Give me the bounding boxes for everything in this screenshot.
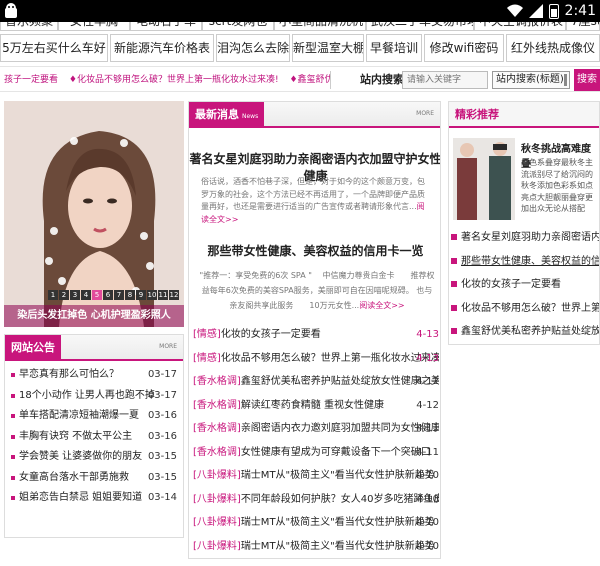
list-item[interactable]: 女童高台落水干部勇施救 03-15	[11, 468, 177, 489]
keyword-link[interactable]: 泪沟怎么去除	[216, 34, 290, 62]
slide-page[interactable]: 12	[169, 290, 179, 300]
news-header: 最新消息 News MORE	[189, 102, 440, 128]
list-item[interactable]: [八卦爆料]瑞士MT从"极简主义"看当代女性护肤新趋势 4-10	[193, 535, 439, 559]
list-item[interactable]: [香水格调]女性健康有望成为可穿戴设备下一个突破口 4-11	[193, 441, 439, 465]
slide-page[interactable]: 1	[48, 290, 58, 300]
list-item[interactable]: [香水格调]解读红枣药食精髓 重视女性健康 4-12	[193, 394, 439, 418]
keyword-link[interactable]: 红外线热成像仪	[506, 34, 600, 62]
list-item[interactable]: 著名女星刘庭羽助力亲阁密语内衣	[449, 226, 599, 250]
notice-list: 早恋真有那么可怕么？ 03-17 18个小动作 让男人再也跑不掉 03-17 单车搭…	[5, 361, 183, 509]
search-input[interactable]	[402, 71, 488, 89]
list-item[interactable]: [情感]化妆的女孩子一定要看 4-13	[193, 323, 439, 347]
list-item[interactable]: 鑫玺舒优美私密养护贴益处绽放女	[449, 320, 599, 344]
android-icon	[5, 3, 17, 18]
featured-title: 精彩推荐	[455, 108, 499, 121]
keyword-link[interactable]: 早餐培训	[366, 34, 422, 62]
list-item[interactable]: 18个小动作 让男人再也跑不掉 03-17	[11, 386, 177, 407]
featured-lead-desc: 黑色系叠穿最秋冬主流派别尽了给沉闷的秋冬添加色彩系如点亮点大胆靓丽叠穿更加出众无…	[521, 158, 593, 214]
list-item[interactable]: [八卦爆料]瑞士MT从"极简主义"看当代女性护肤新趋势 4-10	[193, 511, 439, 535]
news-headline[interactable]: 那些带女性健康、美容权益的信用卡一览	[189, 242, 440, 259]
slide-page[interactable]: 3	[70, 290, 80, 300]
list-item[interactable]: [情感]化妆品不够用怎么破？世界上第一瓶化妆水过来凑! 4-13	[193, 347, 439, 371]
status-time: 2:41	[564, 3, 596, 19]
keyword-link[interactable]: 5万左右买什么车好	[0, 34, 108, 62]
list-item[interactable]: 学会赞美 让婆婆做你的朋友 03-15	[11, 447, 177, 468]
list-item[interactable]: [八卦爆料]不同年龄段如何护肤？女人40岁多吃猪蹄鱼皮 4-10	[193, 488, 439, 512]
ticker-link[interactable]: 孩子一定要看	[4, 75, 58, 85]
search-button[interactable]: 搜索	[574, 69, 600, 91]
slide-page[interactable]: 7	[114, 290, 124, 300]
slide-caption[interactable]: 染后头发扛掉色 心机护理盈彩照人	[4, 305, 184, 327]
keyword-link[interactable]: 新型温室大棚	[292, 34, 364, 62]
slide-page[interactable]: 10	[147, 290, 157, 300]
notice-panel: 网站公告 MORE 早恋真有那么可怕么？ 03-17 18个小动作 让男人再也跑不…	[4, 334, 184, 538]
news-title: 最新消息 News	[189, 102, 265, 128]
search-scope-select[interactable]: 站内搜索(标题)	[492, 71, 570, 89]
keyword-row: 5万左右买什么车好 新能源汽车价格表 泪沟怎么去除 新型温室大棚 早餐培训 修改…	[0, 34, 600, 62]
list-item[interactable]: [香水格调]亲阁密语内衣力邀刘庭羽加盟共同为女性健康护 4-11	[193, 417, 439, 441]
search-label: 站内搜索	[360, 73, 404, 86]
slide-page[interactable]: 4	[81, 290, 91, 300]
more-link[interactable]: MORE	[416, 110, 434, 117]
notice-title: 网站公告	[5, 335, 61, 361]
read-more-link[interactable]: 阅读全文>>	[359, 301, 404, 310]
slide-page[interactable]: 11	[158, 290, 168, 300]
news-summary: "推荐一：享受免费的6次 SPA " 中信魔力尊贵白金卡 推荐权益每年6次免费的…	[199, 271, 435, 310]
keyword-link[interactable]: 修改wifi密码	[424, 34, 504, 62]
ticker-link[interactable]: ♦化妆品不够用怎么破？世界上第一瓶化妆水过来凑!	[69, 75, 279, 85]
slide-page[interactable]: 2	[59, 290, 69, 300]
list-item[interactable]: 那些带女性健康、美容权益的信用卡	[449, 250, 599, 274]
featured-header: 精彩推荐	[449, 102, 599, 128]
list-item[interactable]: 化妆的女孩子一定要看	[449, 273, 599, 297]
news-list: [情感]化妆的女孩子一定要看 4-13 [情感]化妆品不够用怎么破？世界上第一瓶化…	[193, 323, 439, 558]
list-item[interactable]: 化妆品不够用怎么破？世界上第一	[449, 297, 599, 321]
keyword-link[interactable]: 新能源汽车价格表	[110, 34, 214, 62]
divider	[330, 71, 331, 89]
featured-panel: 精彩推荐 秋冬挑战高难度叠 黑色系叠穿最秋冬主流派别尽了给沉闷的秋冬添加色彩系如…	[448, 101, 600, 345]
ticker-link[interactable]: ♦鑫玺舒优美私密养护贴益处绽放	[289, 75, 330, 85]
list-item[interactable]: 姐弟恋告白禁忌 姐姐要知道 03-14	[11, 488, 177, 509]
news-summary: 俗话说，酒香不怕巷子深，但是，对于如今的这个颇意万变，包罗万象的社会，这个方法已…	[201, 177, 425, 224]
slide-page-active[interactable]: 5	[92, 290, 102, 300]
slide-pager: 1 2 3 4 5 6 7 8 9 10 11 12	[48, 290, 179, 300]
signal-icon	[528, 4, 543, 18]
list-item[interactable]: 单车搭配清凉短袖潮爆一夏 03-16	[11, 406, 177, 427]
list-item[interactable]: [香水格调]鑫玺舒优美私密养护贴益处绽放女性健康之美 4-12	[193, 370, 439, 394]
ticker-links: 孩子一定要看 ♦化妆品不够用怎么破？世界上第一瓶化妆水过来凑! ♦鑫玺舒优美私密…	[4, 67, 330, 93]
featured-list: 著名女星刘庭羽助力亲阁密语内衣 那些带女性健康、美容权益的信用卡 化妆的女孩子一…	[449, 226, 599, 344]
notice-header: 网站公告 MORE	[5, 335, 183, 361]
status-bar-overlay: 2:41	[0, 0, 600, 22]
list-item[interactable]: 早恋真有那么可怕么？ 03-17	[11, 365, 177, 386]
list-item[interactable]: 丰胸有诀窍 不做太平公主 03-16	[11, 427, 177, 448]
featured-thumbnail[interactable]	[453, 138, 515, 220]
battery-icon	[548, 3, 559, 19]
more-link[interactable]: MORE	[159, 343, 177, 350]
slide-page[interactable]: 9	[136, 290, 146, 300]
ticker-search-bar: 孩子一定要看 ♦化妆品不够用怎么破？世界上第一瓶化妆水过来凑! ♦鑫玺舒优美私密…	[0, 66, 600, 92]
slide-page[interactable]: 8	[125, 290, 135, 300]
slideshow[interactable]: 1 2 3 4 5 6 7 8 9 10 11 12 染后头发扛掉色 心机护理盈…	[4, 101, 184, 327]
news-panel: 最新消息 News MORE 著名女星刘庭羽助力亲阁密语内衣加盟守护女性健康 俗话…	[188, 101, 441, 559]
list-item[interactable]: [八卦爆料]瑞士MT从"极简主义"看当代女性护肤新趋势 4-10	[193, 464, 439, 488]
slide-page[interactable]: 6	[103, 290, 113, 300]
wifi-icon	[506, 4, 523, 17]
